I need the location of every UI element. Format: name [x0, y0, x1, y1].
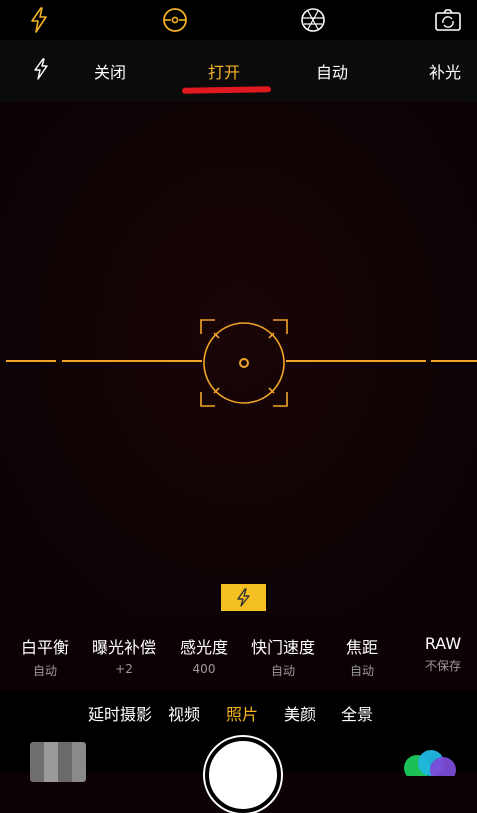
shutter-button[interactable]	[205, 737, 281, 813]
mode-beauty[interactable]: 美颜	[284, 701, 316, 725]
control-exposure-compensation[interactable]: 曝光补偿 +2	[91, 634, 157, 676]
flash-icon[interactable]	[27, 6, 51, 34]
top-toolbar	[0, 0, 477, 40]
switch-camera-icon[interactable]	[434, 7, 462, 33]
control-value: 自动	[270, 664, 295, 678]
gallery-thumbnail[interactable]	[30, 742, 86, 782]
control-value: 自动	[349, 664, 374, 678]
control-label: 焦距	[345, 638, 378, 657]
control-label: 曝光补偿	[91, 638, 156, 657]
flash-badge-icon	[237, 588, 250, 607]
control-value: 不保存	[424, 659, 461, 673]
flash-option-on[interactable]: 打开	[208, 59, 240, 83]
mode-panorama[interactable]: 全景	[341, 701, 373, 725]
mode-photo[interactable]: 照片	[226, 701, 258, 725]
control-value: 自动	[32, 664, 57, 678]
level-line-left	[62, 360, 202, 362]
focus-reticle[interactable]	[199, 318, 289, 408]
level-icon[interactable]	[161, 6, 189, 34]
control-value: +2	[115, 662, 133, 676]
control-value: 400	[192, 662, 216, 676]
flash-option-auto[interactable]: 自动	[316, 59, 348, 83]
control-label: 快门速度	[250, 638, 315, 657]
flash-option-off[interactable]: 关闭	[94, 59, 126, 83]
filter-icon[interactable]	[299, 6, 327, 34]
control-shutter-speed[interactable]: 快门速度 自动	[249, 634, 317, 679]
level-line-left-outer	[6, 360, 56, 362]
control-raw[interactable]: RAW 不保存	[418, 634, 468, 674]
level-line-right	[286, 360, 426, 362]
level-line-right-outer	[431, 360, 477, 362]
flash-mode-icon	[34, 58, 48, 80]
mode-timelapse[interactable]: 延时摄影	[88, 701, 152, 725]
flash-option-fill[interactable]: 补光	[429, 59, 461, 83]
control-label: RAW	[424, 634, 462, 653]
control-iso[interactable]: 感光度 400	[178, 634, 230, 676]
control-label: 白平衡	[20, 638, 69, 657]
flash-on-badge[interactable]	[221, 584, 266, 611]
mode-video[interactable]: 视频	[168, 701, 200, 725]
filters-palette-icon[interactable]	[399, 746, 463, 776]
control-focus[interactable]: 焦距 自动	[344, 634, 380, 679]
control-white-balance[interactable]: 白平衡 自动	[20, 634, 70, 679]
control-label: 感光度	[179, 638, 228, 657]
